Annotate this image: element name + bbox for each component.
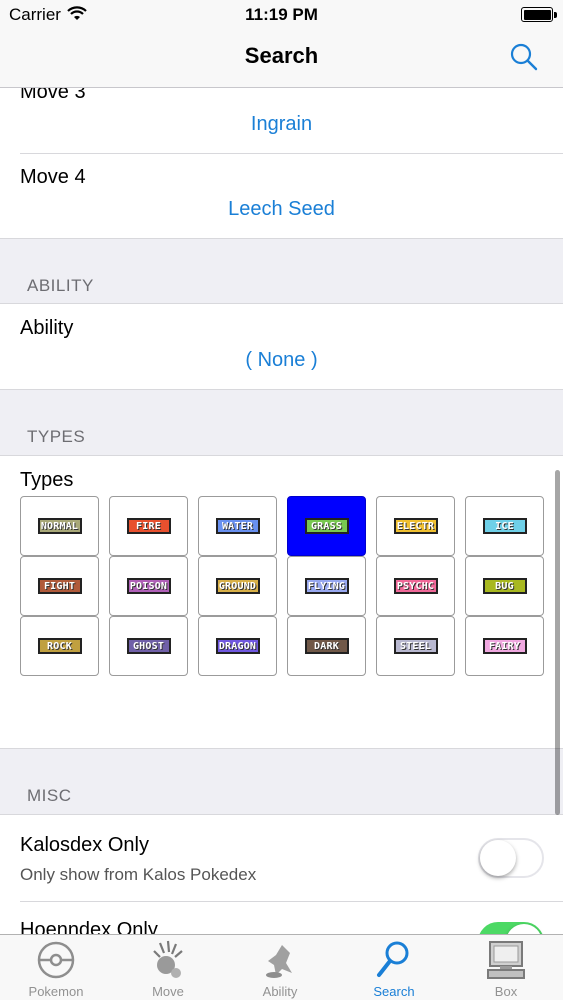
tab-label: Ability [262, 984, 298, 999]
type-button-ice[interactable]: ICE [465, 496, 544, 556]
type-button-grass[interactable]: GRASS [287, 496, 366, 556]
type-button-fairy[interactable]: FAIRY [465, 616, 544, 676]
tab-box[interactable]: Box [450, 935, 562, 1000]
type-button-normal[interactable]: NORMAL [20, 496, 99, 556]
move4-label: Move 4 [20, 166, 86, 188]
type-badge: NORMAL [37, 518, 82, 534]
status-bar: Carrier 11:19 PM [0, 0, 563, 30]
pokeball-icon [37, 941, 75, 979]
tab-label: Pokemon [28, 984, 84, 999]
type-badge: WATER [215, 518, 260, 534]
hoenndex-toggle[interactable] [478, 922, 544, 934]
kalosdex-label: Kalosdex Only [20, 834, 149, 856]
box-computer-icon [487, 941, 525, 979]
type-button-fire[interactable]: FIRE [109, 496, 188, 556]
tab-move[interactable]: Move [112, 935, 224, 1000]
type-button-psychc[interactable]: PSYCHC [376, 556, 455, 616]
tab-label: Box [494, 984, 518, 999]
battery-icon [521, 7, 557, 22]
type-button-rock[interactable]: ROCK [20, 616, 99, 676]
page-title: Search [244, 43, 319, 68]
divider [20, 153, 563, 154]
type-button-fight[interactable]: FIGHT [20, 556, 99, 616]
type-badge: DARK [304, 638, 349, 654]
misc-section: Kalosdex Only Only show from Kalos Poked… [0, 814, 563, 934]
tab-bar: Pokemon Move Ability Search Box [0, 934, 563, 1000]
tab-label: Move [152, 984, 184, 999]
search-form[interactable]: Move 3 Ingrain Move 4 Leech Seed ABILITY… [0, 88, 563, 934]
type-badge: GROUND [215, 578, 260, 594]
magnifier-icon[interactable] [509, 42, 539, 72]
type-badge: STEEL [393, 638, 438, 654]
toggle-knob [480, 840, 516, 876]
move3-value[interactable]: Ingrain [0, 113, 563, 136]
ability-icon [266, 945, 292, 978]
type-badge: ELECTR [393, 518, 438, 534]
divider [20, 901, 563, 902]
type-button-dark[interactable]: DARK [287, 616, 366, 676]
status-time: 11:19 PM [245, 5, 318, 24]
type-button-electr[interactable]: ELECTR [376, 496, 455, 556]
type-badge: DRAGON [215, 638, 260, 654]
type-badge: FAIRY [482, 638, 527, 654]
hoenndex-label: Hoenndex Only [20, 919, 158, 934]
moves-section: Move 3 Ingrain Move 4 Leech Seed [0, 88, 563, 239]
move3-label: Move 3 [20, 88, 86, 103]
ability-label: Ability [20, 317, 74, 339]
type-badge: ROCK [37, 638, 82, 654]
misc-section-header: MISC [27, 786, 72, 805]
navigation-bar: Search [0, 30, 563, 88]
type-button-ground[interactable]: GROUND [198, 556, 277, 616]
type-button-dragon[interactable]: DRAGON [198, 616, 277, 676]
type-badge: ICE [482, 518, 527, 534]
tab-label: Search [373, 984, 415, 999]
type-badge: GRASS [304, 518, 349, 534]
toggle-knob [506, 924, 542, 934]
tab-search[interactable]: Search [338, 935, 450, 1000]
move-icon [153, 940, 183, 978]
kalosdex-toggle[interactable] [478, 838, 544, 878]
type-button-water[interactable]: WATER [198, 496, 277, 556]
type-badge: FIGHT [37, 578, 82, 594]
types-section-header: TYPES [27, 427, 86, 446]
type-badge: BUG [482, 578, 527, 594]
tab-ability[interactable]: Ability [224, 935, 336, 1000]
vertical-scrollbar[interactable] [555, 470, 560, 815]
type-button-flying[interactable]: FLYING [287, 556, 366, 616]
types-section: Types NORMAL FIRE WATER GRASS ELECTR ICE FIGHT… [0, 455, 563, 749]
ability-section-header: ABILITY [27, 276, 94, 295]
kalosdex-subtitle: Only show from Kalos Pokedex [20, 865, 257, 884]
ability-value[interactable]: ( None ) [0, 349, 563, 372]
type-button-ghost[interactable]: GHOST [109, 616, 188, 676]
type-button-bug[interactable]: BUG [465, 556, 544, 616]
search-icon [377, 941, 409, 977]
move4-value[interactable]: Leech Seed [0, 198, 563, 221]
type-button-steel[interactable]: STEEL [376, 616, 455, 676]
ability-section: Ability ( None ) [0, 303, 563, 390]
type-badge: FLYING [304, 578, 349, 594]
type-badge: FIRE [126, 518, 171, 534]
types-label: Types [20, 469, 74, 491]
screen: Carrier 11:19 PM Search Move 3 Ingrain M… [0, 0, 563, 1000]
type-badge: POISON [126, 578, 171, 594]
type-button-poison[interactable]: POISON [109, 556, 188, 616]
type-badge: GHOST [126, 638, 171, 654]
tab-pokemon[interactable]: Pokemon [0, 935, 112, 1000]
type-badge: PSYCHC [393, 578, 438, 594]
